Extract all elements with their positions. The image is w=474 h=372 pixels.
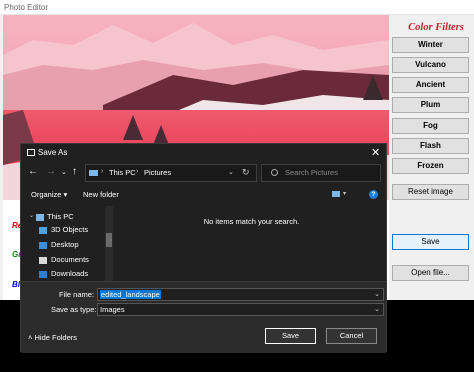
navigation-row: ← → ⌄ ↑ › This PC › Pictures ⌄ ↻ Search … <box>21 163 386 183</box>
file-list-pane: No items match your search. <box>117 206 386 281</box>
close-icon[interactable]: ✕ <box>371 146 380 159</box>
color-filters-title: Color Filters <box>408 22 464 33</box>
dialog-title-bar: Save As ✕ <box>21 144 386 162</box>
download-icon <box>39 271 47 278</box>
computer-icon <box>89 170 98 176</box>
desktop-icon <box>39 242 47 249</box>
nav-item-label: Documents <box>51 255 89 264</box>
nav-scrollbar-thumb[interactable] <box>106 233 112 247</box>
save-type-value: Images <box>100 305 125 314</box>
address-bar[interactable]: › This PC › Pictures ⌄ ↻ <box>85 164 257 182</box>
breadcrumb-this-pc[interactable]: This PC <box>109 168 136 177</box>
chevron-down-icon[interactable]: ⌄ <box>374 290 380 298</box>
filter-fog-button[interactable]: Fog <box>392 118 469 134</box>
nav-item-label: 3D Objects <box>51 225 89 234</box>
cube-icon <box>39 227 47 234</box>
dialog-title: Save As <box>38 148 68 157</box>
file-name-label: File name: <box>59 290 95 299</box>
search-icon <box>271 169 278 176</box>
navigation-pane: ⌄ This PC 3D Objects Desktop Documents D… <box>21 206 115 281</box>
save-as-dialog: Save As ✕ ← → ⌄ ↑ › This PC › Pictures ⌄… <box>20 143 387 353</box>
save-button[interactable]: Save <box>392 234 469 250</box>
empty-message: No items match your search. <box>203 217 300 226</box>
filter-frozen-button[interactable]: Frozen <box>392 158 469 174</box>
title-bar: Photo Editor <box>0 0 474 15</box>
chevron-down-icon[interactable]: ⌄ <box>29 212 34 219</box>
refresh-icon[interactable]: ↻ <box>242 167 250 178</box>
breadcrumb-separator-icon: › <box>101 168 104 175</box>
computer-icon <box>36 214 44 221</box>
chevron-down-icon[interactable]: ▾ <box>343 190 346 197</box>
dialog-toolbar: Organize ▾ New folder ▾ ? <box>21 187 386 203</box>
back-arrow-icon[interactable]: ← <box>28 166 38 177</box>
breadcrumb-pictures[interactable]: Pictures <box>144 168 171 177</box>
breadcrumb-separator-icon: › <box>136 168 139 175</box>
open-file-button[interactable]: Open file... <box>392 265 469 281</box>
chevron-down-icon[interactable]: ⌄ <box>228 168 234 176</box>
file-options-panel: File name: edited_landscape ⌄ Save as ty… <box>21 281 386 353</box>
file-name-value: edited_landscape <box>100 290 161 299</box>
nav-item-label: Downloads <box>51 269 89 278</box>
blue-channel-label: Bl <box>12 280 20 289</box>
document-icon <box>39 257 47 264</box>
hide-folders-toggle[interactable]: ˄ Hide Folders <box>28 333 77 342</box>
nav-item-label: Desktop <box>51 240 79 249</box>
chevron-down-icon[interactable]: ⌄ <box>374 305 380 313</box>
save-type-label: Save as type: <box>51 305 97 314</box>
new-folder-button[interactable]: New folder <box>83 190 119 199</box>
hide-folders-label: Hide Folders <box>34 333 78 342</box>
chevron-up-icon: ˄ <box>28 333 33 342</box>
view-options-icon[interactable] <box>332 191 340 197</box>
file-name-input[interactable]: edited_landscape ⌄ <box>97 288 384 301</box>
save-dialog-icon <box>27 149 35 156</box>
filter-vulcano-button[interactable]: Vulcano <box>392 57 469 73</box>
filter-winter-button[interactable]: Winter <box>392 37 469 53</box>
organize-menu[interactable]: Organize ▾ <box>31 190 67 199</box>
photo-editor-window: Photo Editor Re Gr Bl Color Filters Wint… <box>0 0 474 372</box>
dialog-cancel-button[interactable]: Cancel <box>326 328 377 344</box>
filter-ancient-button[interactable]: Ancient <box>392 77 469 93</box>
forward-arrow-icon[interactable]: → <box>46 166 56 177</box>
dialog-save-button[interactable]: Save <box>265 328 316 344</box>
nav-item-label: This PC <box>47 212 74 221</box>
search-placeholder: Search Pictures <box>285 168 338 177</box>
help-icon[interactable]: ? <box>369 190 378 199</box>
reset-image-button[interactable]: Reset image <box>392 184 469 200</box>
filter-plum-button[interactable]: Plum <box>392 97 469 113</box>
filter-flash-button[interactable]: Flash <box>392 138 469 154</box>
up-arrow-icon[interactable]: ↑ <box>72 166 77 177</box>
window-title: Photo Editor <box>4 3 49 12</box>
search-box[interactable]: Search Pictures <box>261 164 381 182</box>
recent-locations-chevron-icon[interactable]: ⌄ <box>61 168 67 176</box>
save-type-select[interactable]: Images ⌄ <box>97 303 384 316</box>
